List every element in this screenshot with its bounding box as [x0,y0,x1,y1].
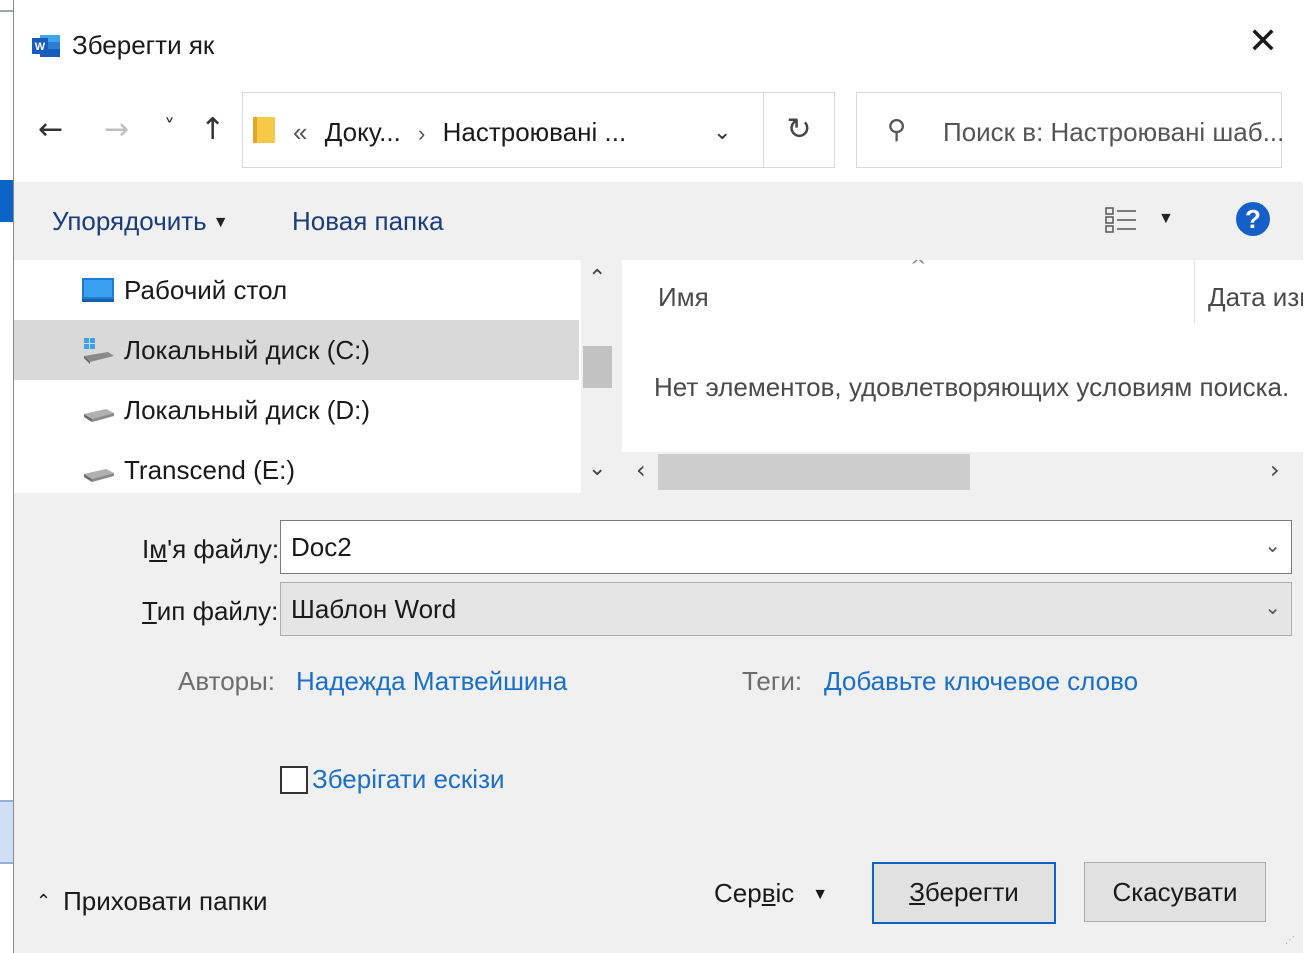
save-label-part: берегти [924,877,1019,907]
sort-ascending-icon: ^ [910,260,927,278]
new-folder-button[interactable]: Новая папка [292,206,444,237]
save-label-accesskey: З [909,877,925,907]
nav-item-drive-e[interactable]: Transcend (E:) [14,440,579,493]
filetype-value: Шаблон Word [291,594,457,624]
filename-label: Ім'я файлу: [142,534,279,565]
command-toolbar: Упорядочить ▼ Новая папка ▼ ? [14,182,1303,260]
tools-label-accesskey: в [761,878,776,908]
filetype-label: Тип файлу: [142,596,278,627]
column-header-name[interactable]: Имя [658,282,709,313]
scroll-left-icon[interactable]: ‹ [636,456,646,484]
refresh-icon[interactable]: ↻ [763,93,834,167]
close-icon[interactable]: ✕ [1243,22,1283,62]
breadcrumb-item-custom-templates[interactable]: Настроювані ... [443,117,627,147]
filename-label-accesskey: м [149,534,168,564]
scrollbar-thumb[interactable] [658,454,970,490]
tags-value[interactable]: Добавьте ключевое слово [824,666,1138,697]
title-bar: W Зберегти як ✕ [14,0,1303,88]
save-as-dialog: W Зберегти як ✕ ← → ˅ ↑ « Доку... › Наст… [13,0,1303,953]
scroll-right-icon[interactable]: › [1270,456,1280,484]
folder-icon [253,117,275,143]
navigation-pane: Рабочий стол Локальный диск (C:) Локальн… [14,260,614,493]
filename-field[interactable]: Doc2 ⌄ [280,520,1292,574]
navigation-bar: ← → ˅ ↑ « Доку... › Настроювані ... ⌄ ↻ … [14,88,1303,182]
file-list-horizontal-scrollbar[interactable]: ‹ › [622,452,1303,493]
view-options-icon[interactable] [1104,204,1138,236]
nav-item-drive-d[interactable]: Локальный диск (D:) [14,380,579,440]
scrollbar-thumb[interactable] [583,346,612,388]
filename-value[interactable]: Doc2 [291,532,352,563]
nav-item-desktop[interactable]: Рабочий стол [14,260,579,320]
breadcrumb: « Доку... › Настроювані ... [293,117,626,148]
breadcrumb-overflow[interactable]: « [293,117,307,147]
nav-item-label: Локальный диск (C:) [124,335,371,365]
save-thumbnail-label[interactable]: Зберігати ескізи [312,764,505,795]
chevron-down-icon[interactable]: ⌄ [1264,533,1281,557]
save-thumbnail-checkbox[interactable] [280,766,308,794]
word-icon: W [32,35,60,57]
breadcrumb-item-documents[interactable]: Доку... [325,117,401,147]
tags-label: Теги: [742,666,803,696]
caret-down-icon: ▼ [812,886,829,903]
column-header-date[interactable]: Дата изм [1208,282,1303,313]
search-box[interactable]: ⚲ Поиск в: Настроювані шаб... [856,92,1285,168]
save-button[interactable]: Зберегти [872,862,1056,924]
hide-folders-label: Приховати папки [63,886,268,916]
chevron-up-icon: ⌃ [36,891,52,912]
address-bar[interactable]: « Доку... › Настроювані ... ⌄ ↻ [242,92,835,168]
authors-value[interactable]: Надежда Матвейшина [296,666,567,697]
chevron-down-icon[interactable]: ⌄ [713,119,731,145]
help-icon[interactable]: ? [1236,202,1270,236]
search-icon: ⚲ [887,115,907,145]
back-arrow-icon[interactable]: ← [38,112,63,147]
cancel-button[interactable]: Скасувати [1084,862,1266,922]
tools-label-part: Сер [714,878,762,908]
drive-icon [84,409,114,422]
chevron-down-icon[interactable]: ⌄ [1264,595,1281,619]
filetype-label-accesskey: Т [142,596,157,626]
svg-text:W: W [35,41,46,53]
nav-item-label: Рабочий стол [124,275,288,305]
scroll-up-icon[interactable]: ⌃ [588,266,606,291]
column-divider[interactable] [1194,260,1195,324]
nav-pane-scrollbar[interactable]: ⌃ ⌄ [581,260,614,493]
breadcrumb-separator: › [418,121,426,146]
view-menu-caret-icon[interactable]: ▼ [1158,210,1174,228]
hide-folders-button[interactable]: ⌃ Приховати папки [36,886,268,917]
background-window-edge [0,800,13,864]
filename-label-part: 'я файлу: [167,534,280,564]
authors-label: Авторы: [178,666,276,696]
up-arrow-icon[interactable]: ↑ [200,112,225,147]
dialog-title: Зберегти як [72,30,215,60]
empty-list-message: Нет элементов, удовлетворяющих условиям … [654,372,1290,402]
forward-arrow-icon[interactable]: → [104,112,129,147]
system-drive-icon [84,338,114,364]
scroll-down-icon[interactable]: ⌄ [588,456,606,481]
resize-grip-icon[interactable]: ⋰ [1285,935,1301,951]
organize-button[interactable]: Упорядочить ▼ [52,206,229,237]
nav-item-drive-c[interactable]: Локальный диск (C:) [14,320,579,380]
filetype-label-part: ип файлу: [156,596,279,626]
nav-item-label: Локальный диск (D:) [124,395,371,425]
organize-label: Упорядочить [52,206,207,236]
nav-item-label: Transcend (E:) [124,455,295,485]
background-window-edge [0,10,13,12]
tools-label-part: іс [775,878,795,908]
caret-down-icon: ▼ [212,214,229,231]
recent-locations-icon[interactable]: ˅ [164,116,175,141]
file-list: ^ Имя Дата изм Нет элементов, удовлетвор… [622,260,1303,493]
filetype-select[interactable]: Шаблон Word ⌄ [280,582,1292,636]
desktop-icon [82,278,114,302]
background-window-edge [0,180,13,222]
tools-menu-button[interactable]: Сервіс ▼ [714,878,828,909]
search-placeholder: Поиск в: Настроювані шаб... [943,117,1285,147]
drive-icon [84,469,114,482]
